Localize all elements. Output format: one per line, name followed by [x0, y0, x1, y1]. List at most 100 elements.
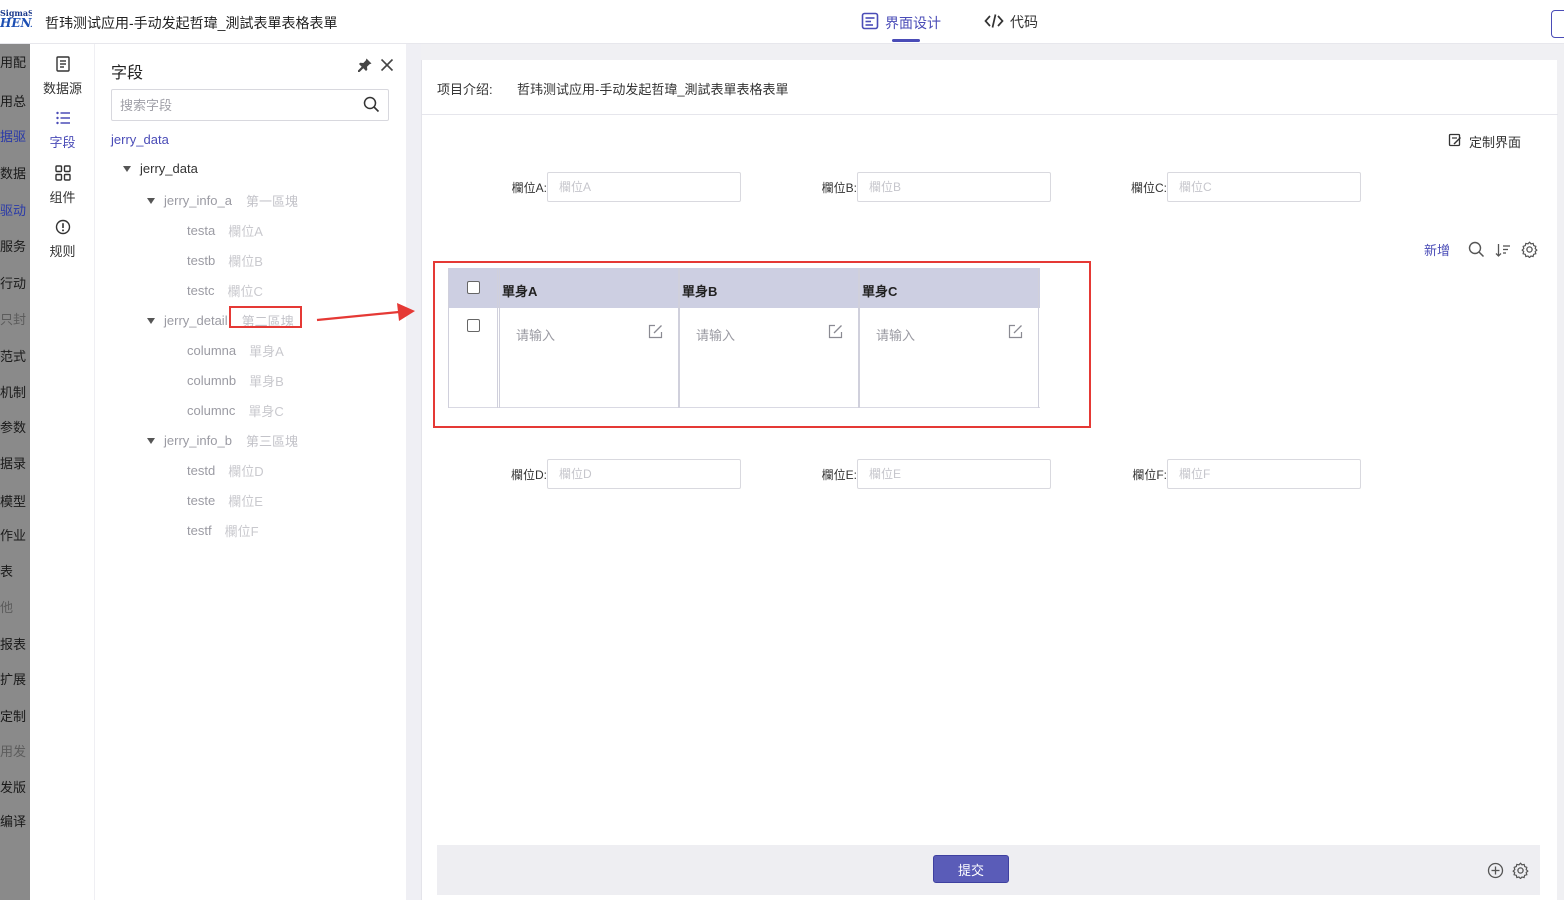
- pin-icon[interactable]: [357, 57, 373, 76]
- background-menu-item: 数据: [0, 166, 27, 181]
- tree-node-name: jerry_data: [140, 161, 198, 176]
- code-icon: [984, 13, 1004, 32]
- row-checkbox[interactable]: [467, 319, 480, 332]
- highlight-annotation-box: [229, 306, 302, 328]
- edit-icon[interactable]: [1008, 324, 1023, 342]
- select-all-checkbox[interactable]: [467, 281, 480, 294]
- form-field-c-input[interactable]: [1167, 172, 1361, 202]
- tree-node-label: 欄位D: [228, 464, 264, 479]
- tree-node-name: testa: [187, 223, 216, 238]
- submit-button[interactable]: 提交: [933, 855, 1009, 883]
- close-icon[interactable]: [379, 57, 395, 76]
- form-field-label: 欄位B:: [821, 180, 857, 195]
- background-menu-item: 据录: [0, 456, 27, 471]
- tree-leaf-node[interactable]: testa 欄位A: [187, 221, 263, 240]
- field-search-input[interactable]: [112, 91, 352, 119]
- cell-placeholder[interactable]: 请输入: [516, 325, 555, 344]
- tree-leaf-node[interactable]: testb 欄位B: [187, 251, 263, 270]
- tree-node-name: testc: [187, 283, 215, 298]
- tree-node-label: 欄位E: [228, 494, 263, 509]
- tree-node-label: 欄位C: [227, 284, 263, 299]
- tree-node-label: 單身B: [249, 374, 284, 389]
- tree-node-name: testb: [187, 253, 216, 268]
- edit-page-icon: [1448, 133, 1462, 150]
- rail-item-fields[interactable]: 字段: [30, 110, 95, 151]
- tree-leaf-node[interactable]: testc 欄位C: [187, 281, 263, 300]
- datasource-icon: [55, 56, 71, 75]
- background-menu-item: 扩展: [0, 672, 27, 687]
- annotation-arrow: [316, 303, 415, 322]
- panel-title: 字段: [111, 65, 144, 82]
- edit-icon[interactable]: [648, 324, 663, 342]
- tree-leaf-node[interactable]: columnc 單身C: [187, 401, 284, 420]
- panel-divider[interactable]: [406, 44, 421, 900]
- logo-text-bottom: HENA: [0, 16, 32, 30]
- tree-leaf-node[interactable]: testf 欄位F: [187, 521, 259, 540]
- rail-item-datasource[interactable]: 数据源: [30, 56, 95, 97]
- tree-leaf-node[interactable]: testd 欄位D: [187, 461, 264, 480]
- tab-ui-design[interactable]: 界面设计: [861, 12, 941, 42]
- form-field-e: 欄位E:: [810, 459, 1051, 489]
- tab-code-label: 代码: [1010, 14, 1038, 30]
- form-field-d-input[interactable]: [547, 459, 741, 489]
- tree-leaf-node[interactable]: columnb 單身B: [187, 371, 284, 390]
- add-row-button[interactable]: 新增: [1424, 240, 1450, 259]
- subtable-column-a: 單身A 请输入: [499, 268, 679, 408]
- add-circle-icon[interactable]: [1487, 862, 1504, 882]
- form-field-b-input[interactable]: [857, 172, 1051, 202]
- top-right-button[interactable]: [1551, 10, 1564, 38]
- form-field-b: 欄位B:: [810, 172, 1051, 202]
- caret-down-icon[interactable]: [123, 165, 131, 172]
- settings-gear-icon[interactable]: [1512, 862, 1529, 882]
- active-tab-indicator: [892, 39, 920, 42]
- tree-node-name: columnc: [187, 403, 236, 418]
- background-menu-item: 报表: [0, 637, 27, 652]
- project-intro-bar: 项目介绍: 哲玮测试应用-手动发起哲瑋_測試表單表格表單: [422, 60, 1558, 115]
- list-icon: [55, 110, 71, 129]
- caret-down-icon[interactable]: [147, 197, 155, 204]
- custom-ui-button[interactable]: 定制界面: [1448, 132, 1521, 151]
- icon-rail: 数据源 字段 组件 规则: [30, 44, 95, 900]
- form-field-d: 欄位D:: [500, 459, 741, 489]
- custom-ui-label: 定制界面: [1469, 135, 1522, 150]
- rail-item-components[interactable]: 组件: [30, 165, 95, 206]
- search-icon[interactable]: [363, 96, 380, 116]
- project-intro-value: 哲玮测试应用-手动发起哲瑋_測試表單表格表單: [517, 82, 789, 97]
- footer-actions: [1487, 862, 1529, 882]
- settings-gear-icon[interactable]: [1521, 241, 1538, 258]
- column-header[interactable]: 單身A: [502, 281, 537, 300]
- caret-down-icon[interactable]: [147, 437, 155, 444]
- form-field-a-input[interactable]: [547, 172, 741, 202]
- tree-leaf-node[interactable]: teste 欄位E: [187, 491, 263, 510]
- form-field-e-input[interactable]: [857, 459, 1051, 489]
- background-menu-item: 机制: [0, 385, 27, 400]
- tree-node-root[interactable]: jerry_data: [123, 161, 198, 176]
- tree-leaf-node[interactable]: columna 單身A: [187, 341, 284, 360]
- tree-node-name: columnb: [187, 373, 237, 388]
- column-header[interactable]: 單身B: [682, 281, 717, 300]
- rail-item-rules[interactable]: 规则: [30, 219, 95, 260]
- tab-code[interactable]: 代码: [984, 12, 1038, 32]
- cell-placeholder[interactable]: 请输入: [696, 325, 735, 344]
- background-menu-item: 行动: [0, 276, 27, 291]
- tree-node-name: testf: [187, 523, 212, 538]
- tree-group-node[interactable]: jerry_info_a 第一區塊: [147, 191, 298, 210]
- background-menu-item: 服务: [0, 239, 27, 254]
- caret-down-icon[interactable]: [147, 317, 155, 324]
- background-menu-item: 编译: [0, 814, 27, 829]
- cell-placeholder[interactable]: 请输入: [876, 325, 915, 344]
- form-field-a: 欄位A:: [500, 172, 741, 202]
- edit-icon[interactable]: [828, 324, 843, 342]
- search-icon[interactable]: [1468, 241, 1485, 258]
- sort-icon[interactable]: [1495, 242, 1511, 258]
- tree-group-node[interactable]: jerry_info_b 第三區塊: [147, 431, 298, 450]
- datasource-link[interactable]: jerry_data: [111, 132, 169, 147]
- form-field-f-input[interactable]: [1167, 459, 1361, 489]
- alert-icon: [55, 219, 71, 238]
- background-menu-item: 他: [0, 600, 14, 615]
- form-field-c: 欄位C:: [1120, 172, 1361, 202]
- tree-node-name: columna: [187, 343, 237, 358]
- field-panel: 字段 jerry_data jerry_data jerry_info_a 第一…: [95, 44, 406, 900]
- column-header[interactable]: 單身C: [862, 281, 897, 300]
- table-toolbar: 新增: [1424, 240, 1538, 259]
